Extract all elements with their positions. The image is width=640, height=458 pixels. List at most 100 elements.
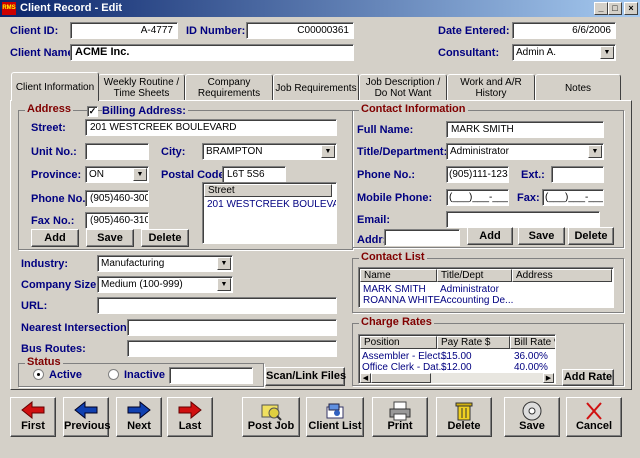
last-button[interactable]: Last bbox=[167, 397, 213, 437]
contact-name-column-header[interactable]: Name bbox=[360, 269, 437, 282]
address-phone-field[interactable]: (905)460-3000 bbox=[85, 190, 149, 207]
nearest-intersection-field[interactable] bbox=[127, 319, 337, 336]
scroll-left-icon[interactable]: ◀ bbox=[360, 373, 371, 383]
consultant-label: Consultant: bbox=[438, 47, 500, 59]
street-column-header[interactable]: Street bbox=[204, 184, 332, 197]
tab-job-requirements[interactable]: Job Requirements bbox=[273, 74, 359, 100]
cancel-button[interactable]: Cancel bbox=[566, 397, 622, 437]
pay-rate-column-header[interactable]: Pay Rate $ bbox=[437, 336, 510, 349]
chevron-down-icon[interactable]: ▼ bbox=[217, 257, 231, 270]
charge-row-pay-rate[interactable]: $15.00 bbox=[441, 351, 472, 362]
previous-button[interactable]: Previous bbox=[63, 397, 110, 437]
tab-notes[interactable]: Notes bbox=[535, 74, 621, 100]
minimize-button[interactable]: _ bbox=[594, 2, 608, 15]
bus-routes-field[interactable] bbox=[127, 340, 337, 357]
maximize-button[interactable]: □ bbox=[608, 2, 622, 15]
charge-row-bill-rate[interactable]: 36.00% bbox=[514, 351, 548, 362]
charge-rates-table[interactable]: Position Pay Rate $ Bill Rate % Assemble… bbox=[358, 334, 556, 384]
chevron-down-icon[interactable]: ▼ bbox=[600, 46, 614, 59]
consultant-select[interactable]: Admin A. ▼ bbox=[512, 44, 616, 61]
address-delete-button[interactable]: Delete bbox=[141, 229, 189, 247]
bill-rate-column-header[interactable]: Bill Rate % bbox=[510, 336, 555, 349]
contact-delete-button[interactable]: Delete bbox=[568, 227, 614, 245]
arrow-left-icon bbox=[21, 401, 45, 419]
horizontal-scrollbar-thumb[interactable] bbox=[371, 373, 431, 383]
full-name-field[interactable]: MARK SMITH bbox=[446, 121, 604, 138]
contact-list-table[interactable]: Name Title/Dept Address MARK SMITH Admin… bbox=[358, 267, 614, 308]
unit-field[interactable] bbox=[85, 143, 149, 160]
add-rate-button[interactable]: Add Rate bbox=[562, 369, 614, 386]
printer-icon bbox=[389, 401, 411, 421]
scan-link-files-button[interactable]: Scan/Link Files bbox=[265, 367, 346, 386]
tab-company-requirements[interactable]: Company Requirements bbox=[185, 74, 273, 100]
email-field[interactable] bbox=[446, 211, 600, 228]
contact-fax-field[interactable]: (___)___-____ bbox=[542, 189, 604, 206]
date-entered-field[interactable]: 6/6/2006 bbox=[512, 22, 616, 39]
contact-addr-field[interactable] bbox=[384, 229, 460, 246]
close-window-button[interactable]: × bbox=[624, 2, 638, 15]
charge-row-bill-rate[interactable]: 40.00% bbox=[514, 362, 548, 373]
contact-save-button[interactable]: Save bbox=[518, 227, 565, 245]
first-label: First bbox=[21, 420, 45, 432]
contact-row-name[interactable]: MARK SMITH bbox=[363, 284, 426, 295]
save-button[interactable]: Save bbox=[504, 397, 560, 437]
chevron-down-icon[interactable]: ▼ bbox=[217, 278, 231, 291]
billing-address-label: Billing Address: bbox=[102, 105, 188, 117]
contact-row-title[interactable]: Administrator bbox=[440, 284, 499, 295]
client-list-button[interactable]: Client List bbox=[306, 397, 364, 437]
client-id-field[interactable]: A-4777 bbox=[70, 22, 178, 39]
scroll-right-icon[interactable]: ▶ bbox=[543, 373, 554, 383]
active-label: Active bbox=[49, 369, 83, 381]
position-column-header[interactable]: Position bbox=[360, 336, 437, 349]
active-radio[interactable] bbox=[33, 369, 44, 380]
contact-fax-label: Fax: bbox=[517, 192, 540, 204]
next-button[interactable]: Next bbox=[116, 397, 162, 437]
city-select[interactable]: BRAMPTON ▼ bbox=[202, 143, 337, 160]
delete-button[interactable]: Delete bbox=[436, 397, 492, 437]
postal-code-field[interactable]: L6T 5S6 bbox=[222, 166, 286, 183]
post-job-button[interactable]: Post Job bbox=[242, 397, 300, 437]
contact-phone-field[interactable]: (905)111-1234 bbox=[446, 166, 509, 183]
address-street-list[interactable]: Street 201 WESTCREEK BOULEVA... bbox=[202, 182, 337, 244]
contact-address-column-header[interactable]: Address bbox=[512, 269, 612, 282]
first-button[interactable]: First bbox=[10, 397, 56, 437]
tab-weekly-routine[interactable]: Weekly Routine / Time Sheets bbox=[98, 74, 185, 100]
contact-title-column-header[interactable]: Title/Dept bbox=[437, 269, 512, 282]
charge-row-pay-rate[interactable]: $12.00 bbox=[441, 362, 472, 373]
chevron-down-icon[interactable]: ▼ bbox=[133, 168, 147, 181]
tab-client-information[interactable]: Client Information bbox=[11, 72, 99, 101]
charge-row-position[interactable]: Assembler - Elect... bbox=[362, 351, 449, 362]
billing-address-checkbox[interactable]: ✓ bbox=[87, 106, 98, 117]
mobile-phone-field[interactable]: (___)___-____ bbox=[446, 189, 509, 206]
chevron-down-icon[interactable]: ▼ bbox=[321, 145, 335, 158]
contact-row-name[interactable]: ROANNA WHITE bbox=[363, 295, 440, 306]
address-fax-field[interactable]: (905)460-3101 bbox=[85, 212, 149, 229]
chevron-down-icon[interactable]: ▼ bbox=[588, 145, 602, 158]
window-title-bar: RMS Client Record - Edit _ □ × bbox=[0, 0, 640, 17]
company-size-select[interactable]: Medium (100-999) ▼ bbox=[97, 276, 233, 293]
print-label: Print bbox=[387, 420, 413, 432]
inactive-radio[interactable] bbox=[108, 369, 119, 380]
address-add-button[interactable]: Add bbox=[31, 229, 79, 247]
contact-addr-label: Addr: bbox=[357, 234, 387, 246]
client-name-field[interactable]: ACME Inc. bbox=[70, 44, 354, 61]
mobile-phone-label: Mobile Phone: bbox=[357, 192, 433, 204]
street-field[interactable]: 201 WESTCREEK BOULEVARD bbox=[85, 119, 337, 136]
arrow-right-icon bbox=[127, 401, 151, 419]
province-value: ON bbox=[89, 169, 104, 180]
address-list-item[interactable]: 201 WESTCREEK BOULEVA... bbox=[207, 199, 336, 210]
print-button[interactable]: Print bbox=[372, 397, 428, 437]
inactive-date-field[interactable] bbox=[169, 367, 253, 384]
url-field[interactable] bbox=[97, 297, 337, 314]
id-number-field[interactable]: C00000361 bbox=[246, 22, 354, 39]
tab-job-description[interactable]: Job Description / Do Not Want bbox=[359, 74, 447, 100]
province-select[interactable]: ON ▼ bbox=[85, 166, 149, 183]
address-save-button[interactable]: Save bbox=[86, 229, 134, 247]
ext-field[interactable] bbox=[551, 166, 604, 183]
charge-row-position[interactable]: Office Clerk - Dat... bbox=[362, 362, 447, 373]
industry-select[interactable]: Manufacturing ▼ bbox=[97, 255, 233, 272]
contact-row-title[interactable]: Accounting De... bbox=[440, 295, 513, 306]
title-department-select[interactable]: Administrator ▼ bbox=[446, 143, 604, 160]
tab-work-ar-history[interactable]: Work and A/R History bbox=[447, 74, 535, 100]
contact-add-button[interactable]: Add bbox=[467, 227, 513, 245]
